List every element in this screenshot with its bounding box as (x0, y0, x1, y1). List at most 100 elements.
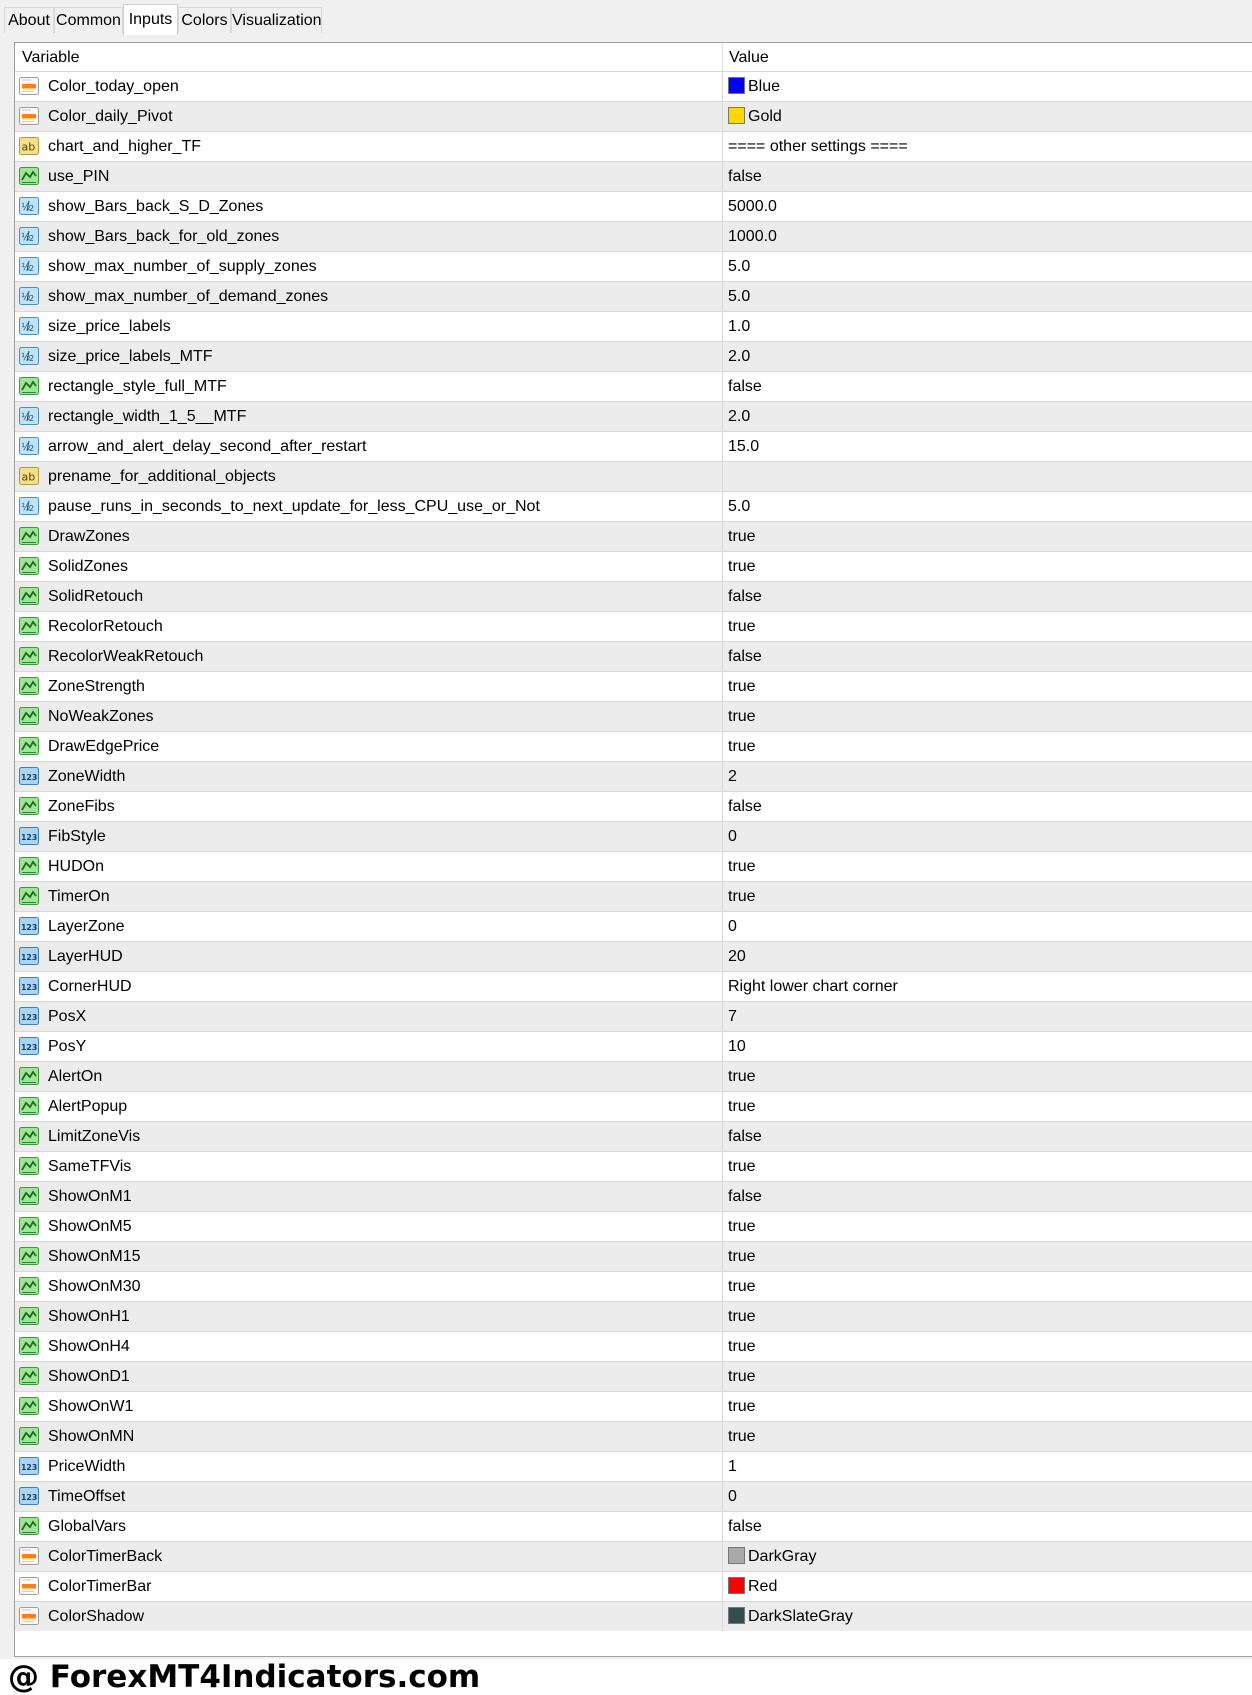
tab-visualization[interactable]: Visualization (231, 7, 322, 33)
table-row[interactable]: ShowOnD1 true (15, 1361, 1252, 1391)
table-row[interactable]: ½ 2 show_max_number_of_supply_zones 5.0 (15, 251, 1252, 281)
variable-value[interactable]: true (728, 1062, 756, 1092)
variable-value[interactable]: true (728, 1092, 756, 1122)
table-row[interactable]: rectangle_style_full_MTF false (15, 371, 1252, 401)
variable-value[interactable]: 0 (728, 912, 737, 942)
variable-value[interactable]: true (728, 612, 756, 642)
variable-value[interactable]: 2.0 (728, 342, 750, 372)
variable-value[interactable]: false (728, 1122, 762, 1152)
variable-value[interactable]: true (728, 1332, 756, 1362)
variable-value[interactable]: true (728, 1152, 756, 1182)
variable-value[interactable]: 1000.0 (728, 222, 777, 252)
variable-value[interactable]: 15.0 (728, 432, 759, 462)
variable-value[interactable]: true (728, 672, 756, 702)
variable-value[interactable]: true (728, 1212, 756, 1242)
table-row[interactable]: ShowOnH4 true (15, 1331, 1252, 1361)
table-row[interactable]: RecolorRetouch true (15, 611, 1252, 641)
variable-value[interactable]: false (728, 582, 762, 612)
variable-value[interactable]: 20 (728, 942, 746, 972)
table-row[interactable]: DrawZones true (15, 521, 1252, 551)
table-row[interactable]: ShowOnMN true (15, 1421, 1252, 1451)
table-row[interactable]: ShowOnW1 true (15, 1391, 1252, 1421)
table-row[interactable]: SolidRetouch false (15, 581, 1252, 611)
variable-value[interactable]: true (728, 1242, 756, 1272)
table-row[interactable]: 123 PosX 7 (15, 1001, 1252, 1031)
variable-value[interactable]: 0 (728, 822, 737, 852)
column-header-value[interactable]: Value (729, 43, 769, 71)
variable-value[interactable]: DarkSlateGray (728, 1602, 853, 1632)
table-row[interactable]: ShowOnM1 false (15, 1181, 1252, 1211)
table-row[interactable]: ShowOnM15 true (15, 1241, 1252, 1271)
table-row[interactable]: TimerOn true (15, 881, 1252, 911)
variable-value[interactable]: 0 (728, 1482, 737, 1512)
variable-value[interactable]: 5.0 (728, 492, 750, 522)
table-row[interactable]: ½ 2 show_Bars_back_S_D_Zones 5000.0 (15, 191, 1252, 221)
variable-value[interactable]: true (728, 882, 756, 912)
table-row[interactable]: 123 LayerZone 0 (15, 911, 1252, 941)
column-divider[interactable] (722, 43, 723, 71)
variable-value[interactable]: 5.0 (728, 282, 750, 312)
variable-value[interactable]: false (728, 1512, 762, 1542)
table-row[interactable]: ½ 2 size_price_labels_MTF 2.0 (15, 341, 1252, 371)
table-row[interactable]: 123 LayerHUD 20 (15, 941, 1252, 971)
tab-common[interactable]: Common (54, 7, 123, 33)
table-row[interactable]: ColorShadow DarkSlateGray (15, 1601, 1252, 1631)
variable-value[interactable]: 2 (728, 762, 737, 792)
tab-about[interactable]: About (4, 7, 54, 33)
table-row[interactable]: 123 FibStyle 0 (15, 821, 1252, 851)
table-row[interactable]: 123 TimeOffset 0 (15, 1481, 1252, 1511)
table-row[interactable]: ShowOnM30 true (15, 1271, 1252, 1301)
table-row[interactable]: ab prename_for_additional_objects (15, 461, 1252, 491)
variable-value[interactable]: true (728, 1272, 756, 1302)
variable-value[interactable]: 2.0 (728, 402, 750, 432)
variable-value[interactable]: 10 (728, 1032, 746, 1062)
variable-value[interactable]: true (728, 1302, 756, 1332)
variable-value[interactable]: false (728, 642, 762, 672)
variable-value[interactable]: true (728, 732, 756, 762)
table-row[interactable]: GlobalVars false (15, 1511, 1252, 1541)
table-row[interactable]: LimitZoneVis false (15, 1121, 1252, 1151)
table-row[interactable]: ½ 2 arrow_and_alert_delay_second_after_res… (15, 431, 1252, 461)
variable-value[interactable]: false (728, 792, 762, 822)
variable-value[interactable]: true (728, 552, 756, 582)
table-row[interactable]: SameTFVis true (15, 1151, 1252, 1181)
table-row[interactable]: ColorTimerBack DarkGray (15, 1541, 1252, 1571)
table-row[interactable]: 123 PriceWidth 1 (15, 1451, 1252, 1481)
variable-value[interactable]: 5.0 (728, 252, 750, 282)
variable-value[interactable]: true (728, 702, 756, 732)
table-row[interactable]: NoWeakZones true (15, 701, 1252, 731)
variable-value[interactable]: Right lower chart corner (728, 972, 898, 1002)
table-row[interactable]: ½ 2 show_Bars_back_for_old_zones 1000.0 (15, 221, 1252, 251)
variable-value[interactable]: false (728, 162, 762, 192)
table-row[interactable]: 123 PosY 10 (15, 1031, 1252, 1061)
table-row[interactable]: ZoneStrength true (15, 671, 1252, 701)
variable-value[interactable]: Blue (728, 72, 780, 102)
tab-colors[interactable]: Colors (178, 7, 231, 33)
column-header-variable[interactable]: Variable (22, 43, 80, 71)
variable-value[interactable]: true (728, 1362, 756, 1392)
variable-value[interactable]: true (728, 1392, 756, 1422)
table-row[interactable]: 123 CornerHUD Right lower chart corner (15, 971, 1252, 1001)
table-row[interactable]: DrawEdgePrice true (15, 731, 1252, 761)
table-row[interactable]: HUDOn true (15, 851, 1252, 881)
variable-value[interactable]: false (728, 372, 762, 402)
table-row[interactable]: AlertOn true (15, 1061, 1252, 1091)
table-row[interactable]: Color_daily_Pivot Gold (15, 101, 1252, 131)
table-row[interactable]: RecolorWeakRetouch false (15, 641, 1252, 671)
table-row[interactable]: ShowOnH1 true (15, 1301, 1252, 1331)
table-row[interactable]: AlertPopup true (15, 1091, 1252, 1121)
table-row[interactable]: ZoneFibs false (15, 791, 1252, 821)
variable-value[interactable]: true (728, 852, 756, 882)
variable-value[interactable]: Red (728, 1572, 777, 1602)
variable-value[interactable]: 5000.0 (728, 192, 777, 222)
table-row[interactable]: use_PIN false (15, 161, 1252, 191)
variable-value[interactable]: false (728, 1182, 762, 1212)
variable-value[interactable]: 7 (728, 1002, 737, 1032)
table-row[interactable]: ½ 2 pause_runs_in_seconds_to_next_update_f… (15, 491, 1252, 521)
variable-value[interactable]: Gold (728, 102, 782, 132)
table-row[interactable]: SolidZones true (15, 551, 1252, 581)
table-row[interactable]: 123 ZoneWidth 2 (15, 761, 1252, 791)
table-row[interactable]: ½ 2 show_max_number_of_demand_zones 5.0 (15, 281, 1252, 311)
table-row[interactable]: ½ 2 rectangle_width_1_5__MTF 2.0 (15, 401, 1252, 431)
tab-inputs[interactable]: Inputs (123, 4, 178, 35)
